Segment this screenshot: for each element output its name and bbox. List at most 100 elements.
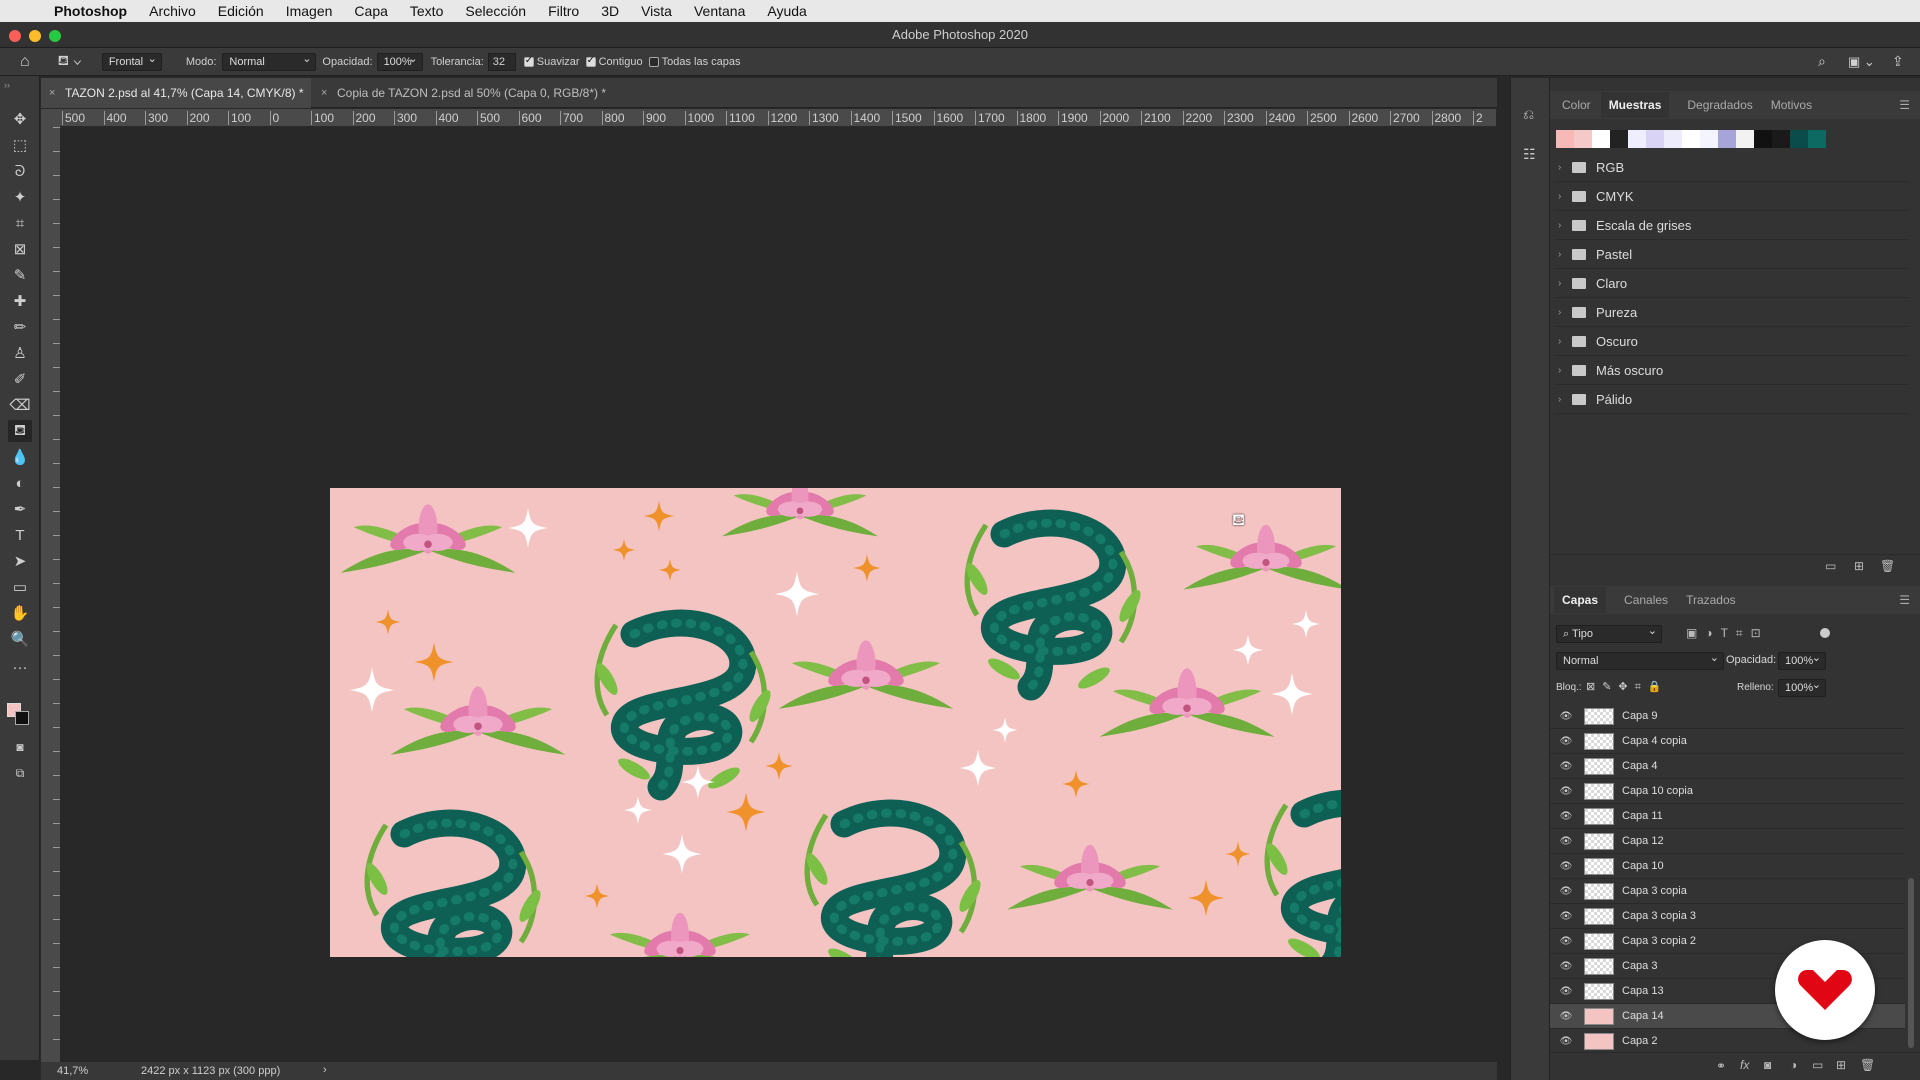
blend-mode-select[interactable]: Normal: [222, 51, 317, 71]
filter-toggle-icon[interactable]: [1820, 628, 1830, 638]
link-layers-icon[interactable]: ⚭: [1716, 1059, 1726, 1073]
color-swatch[interactable]: [1574, 130, 1592, 148]
color-swatch[interactable]: [1682, 130, 1700, 148]
history-panel-icon[interactable]: ⎌: [1523, 106, 1534, 123]
visibility-eye-icon[interactable]: 👁: [1559, 954, 1573, 979]
canvas-area[interactable]: ⛾: [60, 127, 1496, 1062]
color-swatch[interactable]: [1808, 130, 1826, 148]
workspace-icon[interactable]: ▣ ⌄: [1848, 54, 1875, 70]
swatch-folder-claro[interactable]: › Claro: [1554, 269, 1909, 298]
tab-motivos[interactable]: Motivos: [1771, 98, 1812, 112]
layers-scrollbar[interactable]: [1908, 878, 1914, 1048]
layer-row[interactable]: 👁 Capa 10: [1550, 854, 1905, 879]
paint-bucket-tool-icon[interactable]: ⛾: [8, 420, 32, 442]
type-tool-icon[interactable]: T: [8, 524, 32, 546]
move-tool-icon[interactable]: ✥: [8, 108, 32, 130]
contiguous-checkbox[interactable]: Contiguo: [585, 55, 643, 68]
menu-texto[interactable]: Texto: [410, 3, 443, 19]
swatch-folder-mas-oscuro[interactable]: › Más oscuro: [1554, 356, 1909, 385]
menu-app-name[interactable]: Photoshop: [54, 3, 127, 19]
tab-degradados[interactable]: Degradados: [1687, 98, 1752, 112]
color-swatch[interactable]: [1556, 130, 1574, 148]
visibility-eye-icon[interactable]: 👁: [1559, 754, 1573, 779]
zoom-window-button[interactable]: [49, 30, 61, 42]
delete-swatch-icon[interactable]: 🗑: [1880, 559, 1895, 573]
visibility-eye-icon[interactable]: 👁: [1559, 704, 1573, 729]
tab-tazon-2[interactable]: × TAZON 2.psd al 41,7% (Capa 14, CMYK/8)…: [41, 78, 311, 108]
swatch-folder-grayscale[interactable]: › Escala de grises: [1554, 211, 1909, 240]
color-swatch[interactable]: [1628, 130, 1646, 148]
all-layers-checkbox[interactable]: Todas las capas: [648, 56, 741, 68]
quick-mask-icon[interactable]: ◙: [8, 736, 32, 758]
color-swatch[interactable]: [1700, 130, 1718, 148]
panel-menu-icon[interactable]: ☰: [1899, 593, 1910, 607]
visibility-eye-icon[interactable]: 👁: [1559, 1004, 1573, 1029]
new-layer-icon[interactable]: ⊞: [1836, 1058, 1846, 1072]
home-icon[interactable]: ⌂: [20, 53, 30, 71]
menu-vista[interactable]: Vista: [641, 3, 672, 19]
color-swatch[interactable]: [1610, 130, 1628, 148]
visibility-eye-icon[interactable]: 👁: [1559, 804, 1573, 829]
tab-copia-tazon-2[interactable]: × Copia de TAZON 2.psd al 50% (Capa 0, R…: [313, 78, 623, 108]
pen-tool-icon[interactable]: ✒: [8, 498, 32, 520]
visibility-eye-icon[interactable]: 👁: [1559, 829, 1573, 854]
color-swatch[interactable]: [1718, 130, 1736, 148]
layer-opacity-input[interactable]: 100%: [1778, 650, 1826, 670]
layer-blend-mode-select[interactable]: Normal: [1556, 650, 1724, 670]
document-canvas[interactable]: [330, 488, 1341, 957]
color-swatch[interactable]: [1646, 130, 1664, 148]
panel-menu-icon[interactable]: ☰: [1899, 98, 1910, 112]
delete-layer-icon[interactable]: 🗑: [1860, 1058, 1875, 1072]
eyedropper-tool-icon[interactable]: ✎: [8, 264, 32, 286]
clone-stamp-tool-icon[interactable]: ♙: [8, 342, 32, 364]
menu-imagen[interactable]: Imagen: [286, 3, 333, 19]
frame-tool-icon[interactable]: ⊠: [8, 238, 32, 260]
zoom-tool-icon[interactable]: 🔍: [8, 628, 32, 650]
tab-muestras[interactable]: Muestras: [1600, 92, 1670, 118]
adjustment-layer-icon[interactable]: ◑: [1790, 1058, 1797, 1072]
minimize-window-button[interactable]: [29, 30, 41, 42]
tab-color[interactable]: Color: [1562, 98, 1591, 112]
visibility-eye-icon[interactable]: 👁: [1559, 929, 1573, 954]
tab-canales[interactable]: Canales: [1624, 593, 1668, 607]
layer-row[interactable]: 👁 Capa 3 copia: [1550, 879, 1905, 904]
layer-row[interactable]: 👁 Capa 9: [1550, 704, 1905, 729]
menu-edicion[interactable]: Edición: [218, 3, 264, 19]
fill-input[interactable]: 100%: [1778, 677, 1826, 697]
swatch-folder-cmyk[interactable]: › CMYK: [1554, 182, 1909, 211]
layer-row[interactable]: 👁 Capa 11: [1550, 804, 1905, 829]
smooth-checkbox[interactable]: Suavizar: [523, 55, 580, 68]
rectangle-tool-icon[interactable]: ▭: [8, 576, 32, 598]
visibility-eye-icon[interactable]: 👁: [1559, 1029, 1573, 1052]
layer-filter-select[interactable]: ⌕ Tipo: [1556, 623, 1662, 643]
path-selection-tool-icon[interactable]: ➤: [8, 550, 32, 572]
visibility-eye-icon[interactable]: 👁: [1559, 779, 1573, 804]
menu-archivo[interactable]: Archivo: [149, 3, 196, 19]
tab-capas[interactable]: Capas: [1554, 587, 1607, 613]
search-icon[interactable]: ⌕: [1818, 53, 1826, 70]
visibility-eye-icon[interactable]: 👁: [1559, 879, 1573, 904]
paint-bucket-preset-icon[interactable]: ⛾ ⌄: [58, 52, 82, 71]
hand-tool-icon[interactable]: ✋: [8, 602, 32, 624]
new-swatch-icon[interactable]: ⊞: [1854, 559, 1864, 573]
brush-tool-icon[interactable]: ✏: [8, 316, 32, 338]
visibility-eye-icon[interactable]: 👁: [1559, 729, 1573, 754]
color-swatch[interactable]: [1790, 130, 1808, 148]
close-window-button[interactable]: [9, 30, 21, 42]
healing-brush-tool-icon[interactable]: ✚: [8, 290, 32, 312]
swatch-folder-pureza[interactable]: › Pureza: [1554, 298, 1909, 327]
fx-icon[interactable]: fx: [1740, 1058, 1749, 1072]
menu-capa[interactable]: Capa: [354, 3, 387, 19]
menu-3d[interactable]: 3D: [601, 3, 619, 19]
layer-filter-icons[interactable]: ▣◑T⌗⊡: [1686, 626, 1769, 641]
layer-row[interactable]: 👁 Capa 4 copia: [1550, 729, 1905, 754]
menu-seleccion[interactable]: Selección: [465, 3, 526, 19]
color-swatch[interactable]: [1736, 130, 1754, 148]
swatch-folder-palido[interactable]: › Pálido: [1554, 385, 1909, 414]
properties-panel-icon[interactable]: ☷: [1523, 146, 1536, 163]
swatch-folder-pastel[interactable]: › Pastel: [1554, 240, 1909, 269]
swatch-folder-rgb[interactable]: › RGB: [1554, 153, 1909, 182]
screen-mode-icon[interactable]: ⧉: [8, 762, 32, 784]
history-brush-tool-icon[interactable]: ✐: [8, 368, 32, 390]
zoom-level[interactable]: 41,7%: [57, 1065, 88, 1077]
